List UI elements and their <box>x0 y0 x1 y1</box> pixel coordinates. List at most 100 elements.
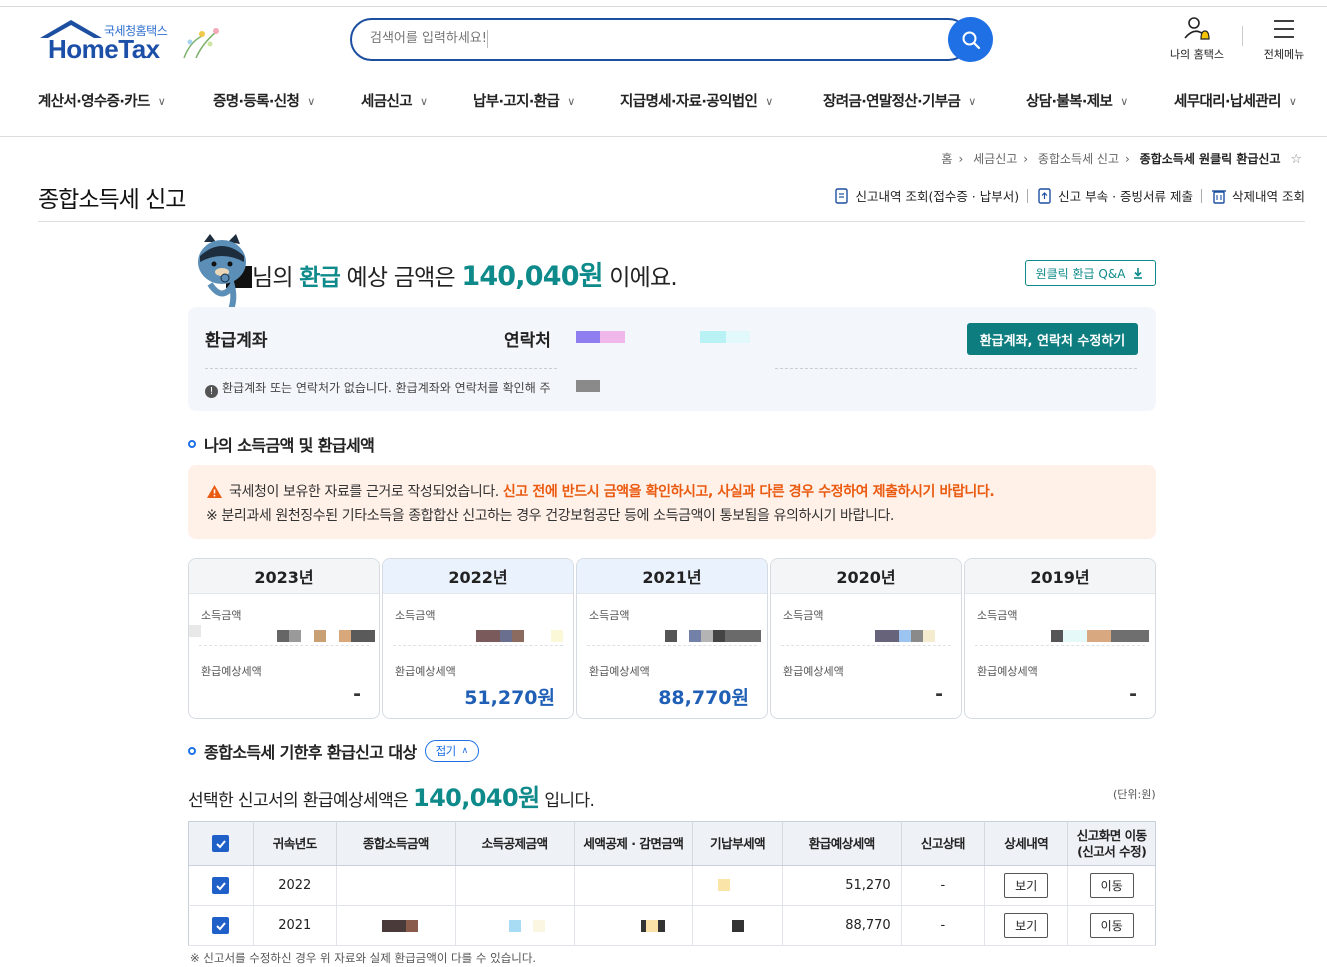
edit-account-button[interactable]: 환급계좌, 연락처 수정하기 <box>967 323 1138 355</box>
detail-cell: 보기 <box>984 905 1069 946</box>
redacted-block <box>532 920 545 932</box>
search-button[interactable] <box>948 17 993 62</box>
chevron-down-icon: ∨ <box>307 95 315 108</box>
check-icon <box>216 839 226 848</box>
redacted-block <box>500 630 512 642</box>
row-checkbox[interactable] <box>212 917 230 934</box>
breadcrumb-current: 종합소득세 원클릭 환급신고 <box>1139 152 1281 166</box>
qa-download-button[interactable]: 원클릭 환급 Q&A <box>1025 260 1156 286</box>
income-cell <box>336 865 456 906</box>
bank-account-label: 환급계좌 <box>205 331 268 351</box>
flower-decoration-icon <box>183 28 219 59</box>
nav-label: 계산서·영수증·카드 <box>38 94 150 110</box>
qa-label: 원클릭 환급 Q&A <box>1035 266 1126 281</box>
nav-label: 지급명세·자료·공익법인 <box>620 94 758 110</box>
chevron-up-icon: ∧ <box>461 746 469 756</box>
all-menu-button[interactable]: 전체메뉴 <box>1256 14 1312 62</box>
redacted-block <box>381 920 406 932</box>
nav-consult[interactable]: 상담·불복·제보 ∨ <box>1026 90 1128 111</box>
select-all-checkbox[interactable] <box>212 835 230 852</box>
nav-label: 납부·고지·환급 <box>473 94 560 110</box>
chevron-down-icon: ∨ <box>567 95 575 108</box>
redacted-block <box>717 879 730 891</box>
search-icon <box>962 31 980 49</box>
year-card-2020[interactable]: 2020년 소득금액 환급예상세액 - <box>770 558 962 719</box>
col-move: 신고화면 이동 (신고서 수정) <box>1067 821 1156 866</box>
breadcrumb-home[interactable]: 홈 <box>941 152 952 166</box>
row-checkbox[interactable] <box>212 877 230 894</box>
redacted-block <box>923 630 935 642</box>
warning-box <box>188 465 1156 539</box>
report-history-link[interactable]: 신고내역 조회(접수증 · 납부서) <box>833 186 1019 205</box>
card-divider <box>975 645 1145 646</box>
upload-document-icon <box>1038 187 1051 204</box>
nav-certificate[interactable]: 증명·등록·신청 ∨ <box>213 90 315 111</box>
hamburger-menu-icon <box>1274 20 1294 38</box>
breadcrumb-sep: › <box>1023 152 1029 166</box>
table-note: ※ 신고서를 수정하신 경우 위 자료와 실제 환급금액이 다를 수 있습니다. <box>190 951 537 965</box>
search-box[interactable] <box>350 18 970 61</box>
redacted-block <box>600 331 625 343</box>
search-input[interactable] <box>370 31 930 46</box>
nav-payment[interactable]: 납부·고지·환급 ∨ <box>473 90 575 111</box>
nav-statement[interactable]: 지급명세·자료·공익법인 ∨ <box>620 90 773 111</box>
warning-highlight: 신고 전에 반드시 금액을 확인하시고, 사실과 다른 경우 수정하여 제출하시… <box>502 484 995 500</box>
year-card-2022[interactable]: 2022년 소득금액 환급예상세액 51,270원 <box>382 558 574 719</box>
nav-tax-report[interactable]: 세금신고 ∨ <box>361 90 428 111</box>
action-label: 신고 부속 · 증빙서류 제출 <box>1058 189 1194 204</box>
table-row: 2021 88,770 - 보기 이동 <box>188 905 1156 946</box>
action-label: 삭제내역 조회 <box>1232 189 1305 204</box>
table-row: 2022 51,270 - 보기 이동 <box>188 865 1156 906</box>
header-separator <box>1242 26 1243 46</box>
account-note-text: 환급계좌 또는 연락처가 없습니다. 환급계좌와 연락처를 확인해 주 <box>222 381 551 395</box>
year-card-title: 2019년 <box>965 559 1155 594</box>
go-to-report-button[interactable]: 이동 <box>1089 873 1134 898</box>
refund-value: - <box>353 683 361 705</box>
chevron-down-icon: ∨ <box>765 95 773 108</box>
go-to-report-button[interactable]: 이동 <box>1089 913 1134 938</box>
redacted-block <box>314 630 326 642</box>
favorite-star-icon[interactable]: ☆ <box>1290 152 1302 167</box>
breadcrumb-sep: › <box>958 152 964 166</box>
document-icon <box>835 187 849 204</box>
card-divider <box>393 645 563 646</box>
breadcrumb-item[interactable]: 종합소득세 신고 <box>1038 152 1119 166</box>
title-divider <box>38 221 1305 222</box>
fold-button[interactable]: 접기 ∧ <box>424 740 479 762</box>
action-separator <box>1201 188 1203 203</box>
warning-icon <box>207 484 222 498</box>
refund-label: 환급예상세액 <box>589 665 650 678</box>
year-card-2023[interactable]: 2023년 소득금액 환급예상세액 - <box>188 558 380 719</box>
year-card-2019[interactable]: 2019년 소득금액 환급예상세액 - <box>964 558 1156 719</box>
nav-incentive[interactable]: 장려금·연말정산·기부금 ∨ <box>823 90 976 111</box>
redacted-block <box>189 625 201 637</box>
top-border <box>0 6 1327 7</box>
unit-label: (단위:원) <box>1113 788 1156 801</box>
refund-label: 환급예상세액 <box>977 665 1038 678</box>
breadcrumb-sep: › <box>1125 152 1130 166</box>
user-bell-icon <box>1184 17 1210 40</box>
card-divider <box>781 645 951 646</box>
redacted-block <box>551 630 563 642</box>
summary-prefix: 님의 <box>252 265 294 291</box>
year-card-2021[interactable]: 2021년 소득금액 환급예상세액 88,770원 <box>576 558 768 719</box>
account-note: ! 환급계좌 또는 연락처가 없습니다. 환급계좌와 연락처를 확인해 주 <box>205 379 551 398</box>
page-title: 종합소득세 신고 <box>38 187 186 213</box>
nav-agent[interactable]: 세무대리·납세관리 ∨ <box>1174 90 1297 111</box>
nav-invoice[interactable]: 계산서·영수증·카드 ∨ <box>38 90 166 111</box>
attach-docs-link[interactable]: 신고 부속 · 증빙서류 제출 <box>1036 186 1193 205</box>
action-label: 신고내역 조회(접수증 · 납부서) <box>855 189 1020 204</box>
nav-label: 세금신고 <box>361 94 413 110</box>
deleted-history-link[interactable]: 삭제내역 조회 <box>1210 186 1305 205</box>
redacted-block <box>351 630 375 642</box>
page-actions: 신고내역 조회(접수증 · 납부서) 신고 부속 · 증빙서류 제출 삭제내역 … <box>833 186 1305 205</box>
view-detail-button[interactable]: 보기 <box>1004 913 1049 938</box>
my-hometax-button[interactable]: 나의 홈택스 <box>1166 14 1228 62</box>
year-card-title: 2022년 <box>383 559 573 594</box>
redacted-block <box>1051 630 1063 642</box>
breadcrumb-item[interactable]: 세금신고 <box>973 152 1017 166</box>
view-detail-button[interactable]: 보기 <box>1004 873 1049 898</box>
all-menu-label: 전체메뉴 <box>1263 48 1305 61</box>
redacted-block <box>476 630 500 642</box>
year-cell: 2022 <box>253 865 337 906</box>
